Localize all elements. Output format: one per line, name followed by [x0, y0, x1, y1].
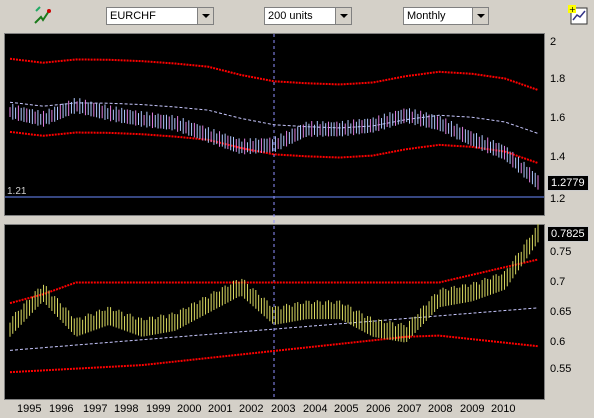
x-tick-label: 2010 [491, 403, 516, 415]
x-tick-label: 2004 [303, 403, 328, 415]
x-tick-label: 1997 [83, 403, 108, 415]
x-tick-label: 2001 [208, 403, 233, 415]
x-tick-label: 2006 [366, 403, 391, 415]
y-tick-label: 0.7 [550, 276, 566, 288]
y-tick-label: 2 [550, 36, 557, 48]
upper-band-line [9, 57, 539, 91]
x-tick-label: 1995 [17, 403, 42, 415]
y-tick-label: 1.8 [550, 73, 566, 85]
y-tick-label: 0.75 [550, 246, 572, 258]
x-tick-label: 2009 [460, 403, 485, 415]
chart-canvas [5, 34, 544, 399]
y-tick-label: 0.65 [550, 306, 572, 318]
y-tick-label: 0.55 [550, 363, 572, 375]
x-tick-label: 2007 [397, 403, 422, 415]
hline-label: 1.21 [7, 186, 27, 197]
x-tick-label: 2003 [271, 403, 296, 415]
y-tick-label: 1.4 [550, 151, 566, 163]
current-price-badge: 1.2779 [547, 175, 589, 191]
x-tick-label: 2005 [334, 403, 359, 415]
x-tick-label: 2000 [177, 403, 202, 415]
y-tick-label: 1.2 [550, 193, 566, 205]
x-tick-label: 1999 [146, 403, 171, 415]
x-tick-label: 2008 [428, 403, 453, 415]
x-tick-label: 2002 [239, 403, 264, 415]
x-tick-label: 1996 [49, 403, 74, 415]
current-osc-badge: 0.7825 [547, 226, 589, 242]
x-tick-label: 1998 [114, 403, 139, 415]
y-tick-label: 0.6 [550, 336, 566, 348]
y-tick-label: 1.6 [550, 112, 566, 124]
